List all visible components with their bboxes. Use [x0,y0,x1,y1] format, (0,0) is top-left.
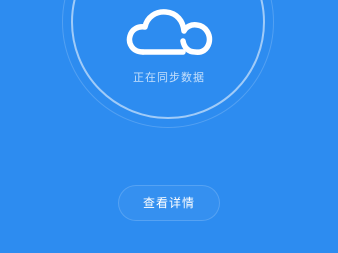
sync-status-text: 正在同步数据 [133,71,205,84]
view-details-button[interactable]: 查看详情 [118,185,220,221]
cloud-icon [126,9,213,55]
sync-screen: 正在同步数据 查看详情 [0,0,338,253]
